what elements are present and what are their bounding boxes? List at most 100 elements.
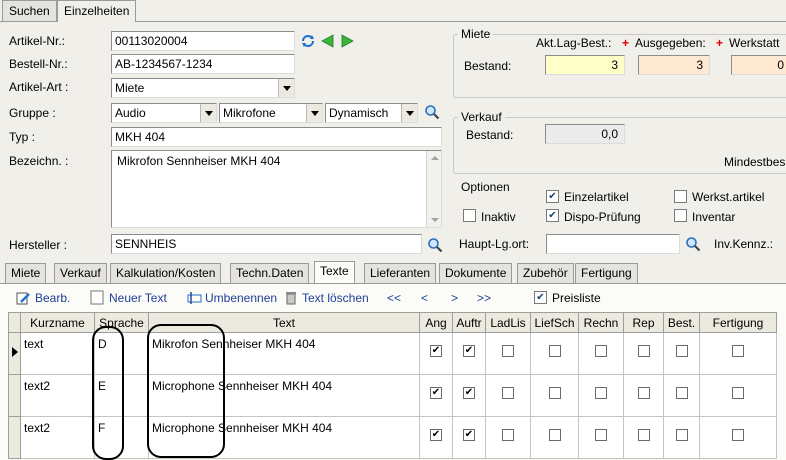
scrollbar[interactable]: [426, 151, 441, 227]
nav-last-button[interactable]: >>: [477, 291, 491, 305]
search-icon[interactable]: [427, 237, 443, 253]
auftr-checkbox[interactable]: [463, 345, 475, 357]
cell-auftr[interactable]: [452, 332, 486, 375]
scroll-down-icon[interactable]: [431, 218, 439, 222]
ladlis-checkbox[interactable]: [502, 429, 514, 441]
scroll-up-icon[interactable]: [431, 156, 439, 160]
tab-suchen[interactable]: Suchen: [2, 0, 57, 21]
tab-miete[interactable]: Miete: [5, 263, 47, 283]
new-document-icon[interactable]: [90, 290, 104, 305]
ladlis-checkbox[interactable]: [502, 345, 514, 357]
inaktiv-checkbox[interactable]: [463, 209, 476, 222]
arrow-right-icon[interactable]: [341, 34, 354, 48]
cell-ang[interactable]: [419, 374, 453, 417]
trash-icon[interactable]: [285, 290, 297, 305]
col-kurzname[interactable]: Kurzname: [20, 312, 95, 333]
cell-auftr[interactable]: [452, 416, 486, 459]
ang-checkbox[interactable]: [430, 387, 442, 399]
row-indicator[interactable]: [8, 416, 21, 459]
ang-checkbox[interactable]: [430, 345, 442, 357]
cell-rep[interactable]: [623, 332, 664, 375]
col-auftr[interactable]: Auftr: [452, 312, 486, 333]
gruppe-2-select[interactable]: Mikrofone: [219, 103, 323, 123]
cell-ladlis[interactable]: [485, 374, 531, 417]
liefsch-checkbox[interactable]: [548, 345, 561, 357]
fertigung-checkbox[interactable]: [732, 387, 744, 399]
liefsch-checkbox[interactable]: [548, 429, 561, 441]
col-best[interactable]: Best.: [663, 312, 700, 333]
gruppe-3-select[interactable]: Dynamisch: [325, 103, 418, 123]
rep-checkbox[interactable]: [637, 429, 650, 441]
cell-liefsch[interactable]: [530, 332, 579, 375]
cell-liefsch[interactable]: [530, 374, 579, 417]
chevron-down-icon[interactable]: [278, 79, 294, 97]
col-rep[interactable]: Rep: [623, 312, 664, 333]
cell-rechn[interactable]: [578, 416, 624, 459]
arrow-left-icon[interactable]: [321, 34, 334, 48]
best-checkbox[interactable]: [675, 345, 688, 357]
preisliste-checkbox[interactable]: [534, 291, 547, 304]
tab-verkauf[interactable]: Verkauf: [54, 263, 107, 283]
inventar-checkbox[interactable]: [674, 209, 687, 222]
cell-kurzname[interactable]: text2: [20, 374, 95, 417]
tab-lieferanten[interactable]: Lieferanten: [364, 263, 437, 283]
ladlis-checkbox[interactable]: [502, 387, 514, 399]
chevron-down-icon[interactable]: [401, 104, 417, 122]
cell-ang[interactable]: [419, 416, 453, 459]
tab-zubehoer[interactable]: Zubehör: [517, 263, 574, 283]
rep-checkbox[interactable]: [637, 387, 650, 399]
nav-first-button[interactable]: <<: [387, 291, 401, 305]
cell-liefsch[interactable]: [530, 416, 579, 459]
cell-fertigung[interactable]: [699, 332, 777, 375]
col-fertigung[interactable]: Fertigung: [699, 312, 777, 333]
auftr-checkbox[interactable]: [463, 387, 475, 399]
werkst-artikel-checkbox[interactable]: [674, 190, 687, 203]
row-indicator[interactable]: [8, 374, 21, 417]
liefsch-checkbox[interactable]: [548, 387, 561, 399]
rechn-checkbox[interactable]: [595, 345, 607, 357]
tab-kalkulation[interactable]: Kalkulation/Kosten: [110, 263, 222, 283]
cell-best[interactable]: [663, 332, 700, 375]
artikel-art-select[interactable]: Miete: [111, 78, 295, 98]
cell-fertigung[interactable]: [699, 416, 777, 459]
cell-ang[interactable]: [419, 332, 453, 375]
neuer-text-button[interactable]: Neuer Text: [109, 291, 167, 305]
cell-kurzname[interactable]: text2: [20, 416, 95, 459]
refresh-icon[interactable]: [300, 33, 316, 49]
best-checkbox[interactable]: [675, 387, 688, 399]
gruppe-1-select[interactable]: Audio: [111, 103, 217, 123]
edit-icon[interactable]: [16, 291, 31, 305]
umbenennen-button[interactable]: Umbenennen: [205, 291, 277, 305]
fertigung-checkbox[interactable]: [732, 429, 744, 441]
bestell-nr-input[interactable]: AB-1234567-1234: [111, 54, 295, 74]
tab-fertigung[interactable]: Fertigung: [575, 263, 638, 283]
typ-input[interactable]: MKH 404: [111, 127, 442, 147]
cell-rep[interactable]: [623, 374, 664, 417]
cell-auftr[interactable]: [452, 374, 486, 417]
cell-fertigung[interactable]: [699, 374, 777, 417]
bezeichnung-textarea[interactable]: Mikrofon Sennheiser MKH 404: [111, 150, 442, 228]
col-ang[interactable]: Ang: [419, 312, 453, 333]
nav-next-button[interactable]: >: [451, 291, 458, 305]
col-liefsch[interactable]: LiefSch: [530, 312, 579, 333]
hersteller-input[interactable]: SENNHEIS: [111, 234, 422, 254]
tab-techn-daten[interactable]: Techn.Daten: [230, 263, 310, 283]
einzelartikel-checkbox[interactable]: [546, 190, 559, 203]
search-icon[interactable]: [424, 104, 440, 120]
rechn-checkbox[interactable]: [595, 429, 607, 441]
chevron-down-icon[interactable]: [200, 104, 216, 122]
search-icon[interactable]: [685, 236, 701, 252]
artikel-nr-input[interactable]: 00113020004: [111, 31, 295, 51]
cell-ladlis[interactable]: [485, 416, 531, 459]
dispo-pruefung-checkbox[interactable]: [546, 209, 559, 222]
col-ladlis[interactable]: LadLis: [485, 312, 531, 333]
ang-checkbox[interactable]: [430, 429, 442, 441]
rename-icon[interactable]: [187, 291, 203, 305]
haupt-lg-ort-input[interactable]: [546, 234, 680, 254]
cell-kurzname[interactable]: text: [20, 332, 95, 375]
fertigung-checkbox[interactable]: [732, 345, 744, 357]
bearb-button[interactable]: Bearb.: [35, 291, 70, 305]
cell-ladlis[interactable]: [485, 332, 531, 375]
cell-rechn[interactable]: [578, 374, 624, 417]
row-indicator[interactable]: [8, 332, 21, 375]
